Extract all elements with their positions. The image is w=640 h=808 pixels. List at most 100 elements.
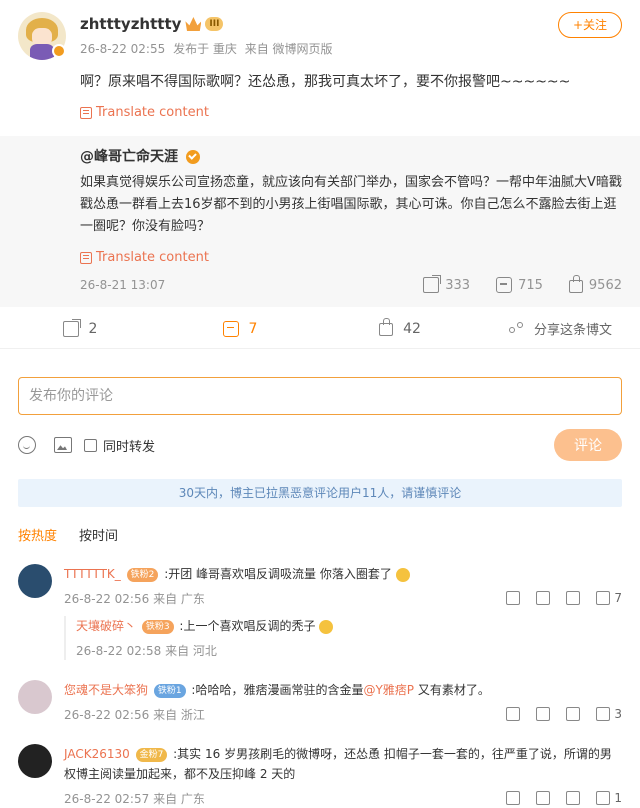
composer-toolbar: 同时转发 评论 [18,425,622,465]
emoji-icon [395,567,410,582]
commenter-name[interactable]: 您魂不是大笨狗 [64,683,148,697]
image-icon[interactable] [54,437,72,453]
comment-meta: 26-8-22 02:57 来自 广东 [64,790,490,807]
repost-share-stat[interactable]: 333 [423,275,471,293]
comment-like-count: 7 [614,591,622,605]
repost-comment-stat[interactable]: 715 [496,277,543,293]
repost-like-stat[interactable]: 9562 [568,274,622,293]
share-post-button[interactable]: 分享这条博文 [480,319,640,338]
reply-time: 26-8-22 02:58 [76,643,162,658]
like-icon [596,591,611,605]
share-icon [536,791,551,805]
post-text: 啊？原来唱不得国际歌啊？还怂恿，那我可真太坏了，要不你报警吧~~~~~~ [80,74,571,90]
repost-comment-button[interactable] [536,791,551,805]
translate-icon [80,251,92,264]
translate-comment-button[interactable] [506,707,521,721]
repost-comment-button[interactable] [536,591,551,605]
repost-author[interactable]: @峰哥亡命天涯 [80,149,178,165]
tab-sort-time[interactable]: 按时间 [79,525,118,544]
commenter-avatar[interactable] [18,564,52,598]
comment-icon [496,277,513,293]
share-button[interactable]: 2 [0,318,160,337]
comment-footer: 26-8-22 02:57 来自 广东 1 [64,788,622,808]
tab-sort-hot[interactable]: 按热度 [18,525,57,544]
reply-comment-button[interactable] [566,707,581,721]
author-name[interactable]: zhtttyzhttty [80,15,181,33]
commenter-name[interactable]: JACK26130 [64,747,130,761]
fan-level-badge: 金粉7 [135,747,168,762]
comment-text: :开团 峰哥喜欢唱反调吸流量 你落入圈套了 [164,567,392,581]
reply-body: 天壤破碎丶 铁粉3 :上一个喜欢唱反调的秃子 [76,616,622,636]
post-meta: 26-8-22 02:55 发布于 重庆 来自 微博网页版 [80,40,622,57]
reposted-content: @峰哥亡命天涯 如果真觉得娱乐公司宣扬恋童，就应该向有关部门举办，国家会不管吗？… [0,136,640,307]
reply-location: 来自 河北 [165,643,217,658]
repost-time[interactable]: 26-8-21 13:07 [80,278,397,292]
like-icon [568,274,583,293]
reply-comment-button[interactable] [566,591,581,605]
comment-meta: 26-8-22 02:56 来自 广东 [64,590,490,607]
translate-label: Translate content [96,105,209,120]
emoji-icon [319,619,334,634]
commenter-avatar[interactable] [18,744,52,778]
share-count: 2 [88,320,98,337]
translate-comment-button[interactable] [506,591,521,605]
comment-sort-tabs: 按热度 按时间 [18,525,622,544]
repost-author-row: @峰哥亡命天涯 [80,146,622,166]
follow-button[interactable]: +关注 [558,12,622,38]
comment-notice: 30天内，博主已拉黑恶意评论用户11人，请谨慎评论 [18,479,622,507]
like-icon [596,707,611,721]
post-location: 发布于 重庆 [173,42,237,56]
repost-comment-button[interactable] [536,707,551,721]
reply-meta: 26-8-22 02:58 来自 河北 [76,642,622,659]
submit-comment-button[interactable]: 评论 [554,429,622,461]
repost-share-count: 333 [445,277,471,293]
fan-level-badge: 铁粉3 [141,619,174,634]
share-icon [536,707,551,721]
repost-translate-link[interactable]: Translate content [80,250,622,265]
comment-count: 7 [248,320,258,337]
post-time[interactable]: 26-8-22 02:55 [80,42,165,56]
replier-name[interactable]: 天壤破碎丶 [76,619,136,633]
comment-body: TTTTTTK_ 铁粉2 :开团 峰哥喜欢唱反调吸流量 你落入圈套了 [64,564,622,584]
comment-icon [566,707,581,721]
comment-body: JACK26130 金粉7 :其实 16 岁男孩刷毛的微博呀，还怂恿 扣帽子一套… [64,744,622,784]
share-post-label: 分享这条博文 [533,323,612,338]
repost-checkbox[interactable] [84,438,97,452]
verified-icon [185,150,200,164]
comment-input[interactable]: 发布你的评论 [18,377,622,415]
translate-link[interactable]: Translate content [80,105,622,120]
emoji-icon[interactable] [18,436,36,454]
like-comment-button[interactable]: 7 [596,591,622,605]
comment-button[interactable]: 7 [160,320,320,337]
mention-link[interactable]: @Y雅痞P [363,683,414,697]
author-name-row: zhtttyzhttty III [80,12,622,36]
like-comment-button[interactable]: 1 [596,791,622,805]
comment-footer: 26-8-22 02:56 来自 浙江 3 [64,704,622,724]
comment-location: 来自 浙江 [153,707,205,722]
share-icon [536,591,551,605]
comment-item: 您魂不是大笨狗 铁粉1 :哈哈哈，雅痞漫画常驻的含金量@Y雅痞P 又有素材了。 … [0,680,640,724]
comment-location: 来自 广东 [153,791,205,806]
translate-comment-button[interactable] [506,791,521,805]
comment-footer: 26-8-22 02:56 来自 广东 7 [64,588,622,608]
comment-icon [566,791,581,805]
comment-item: TTTTTTK_ 铁粉2 :开团 峰哥喜欢唱反调吸流量 你落入圈套了 26-8-… [0,564,640,660]
commenter-avatar[interactable] [18,680,52,714]
like-button[interactable]: 42 [320,318,480,337]
comment-meta: 26-8-22 02:56 来自 浙江 [64,706,490,723]
commenter-name[interactable]: TTTTTTK_ [64,567,121,581]
translate-icon [80,106,92,119]
reply-comment-button[interactable] [566,791,581,805]
like-icon [596,791,611,805]
comment-time: 26-8-22 02:56 [64,591,150,606]
comment-body: 您魂不是大笨狗 铁粉1 :哈哈哈，雅痞漫画常驻的含金量@Y雅痞P 又有素材了。 [64,680,622,700]
post-header: zhtttyzhttty III 26-8-22 02:55 发布于 重庆 来自… [80,12,622,57]
share-icon [423,275,442,293]
like-comment-button[interactable]: 3 [596,707,622,721]
post-source: 来自 微博网页版 [244,42,333,56]
repost-checkbox-label: 同时转发 [103,439,156,455]
comment-item: JACK26130 金粉7 :其实 16 岁男孩刷毛的微博呀，还怂恿 扣帽子一套… [0,744,640,808]
comment-time: 26-8-22 02:56 [64,707,150,722]
translate-icon [506,791,521,805]
comment-like-count: 3 [614,707,622,721]
